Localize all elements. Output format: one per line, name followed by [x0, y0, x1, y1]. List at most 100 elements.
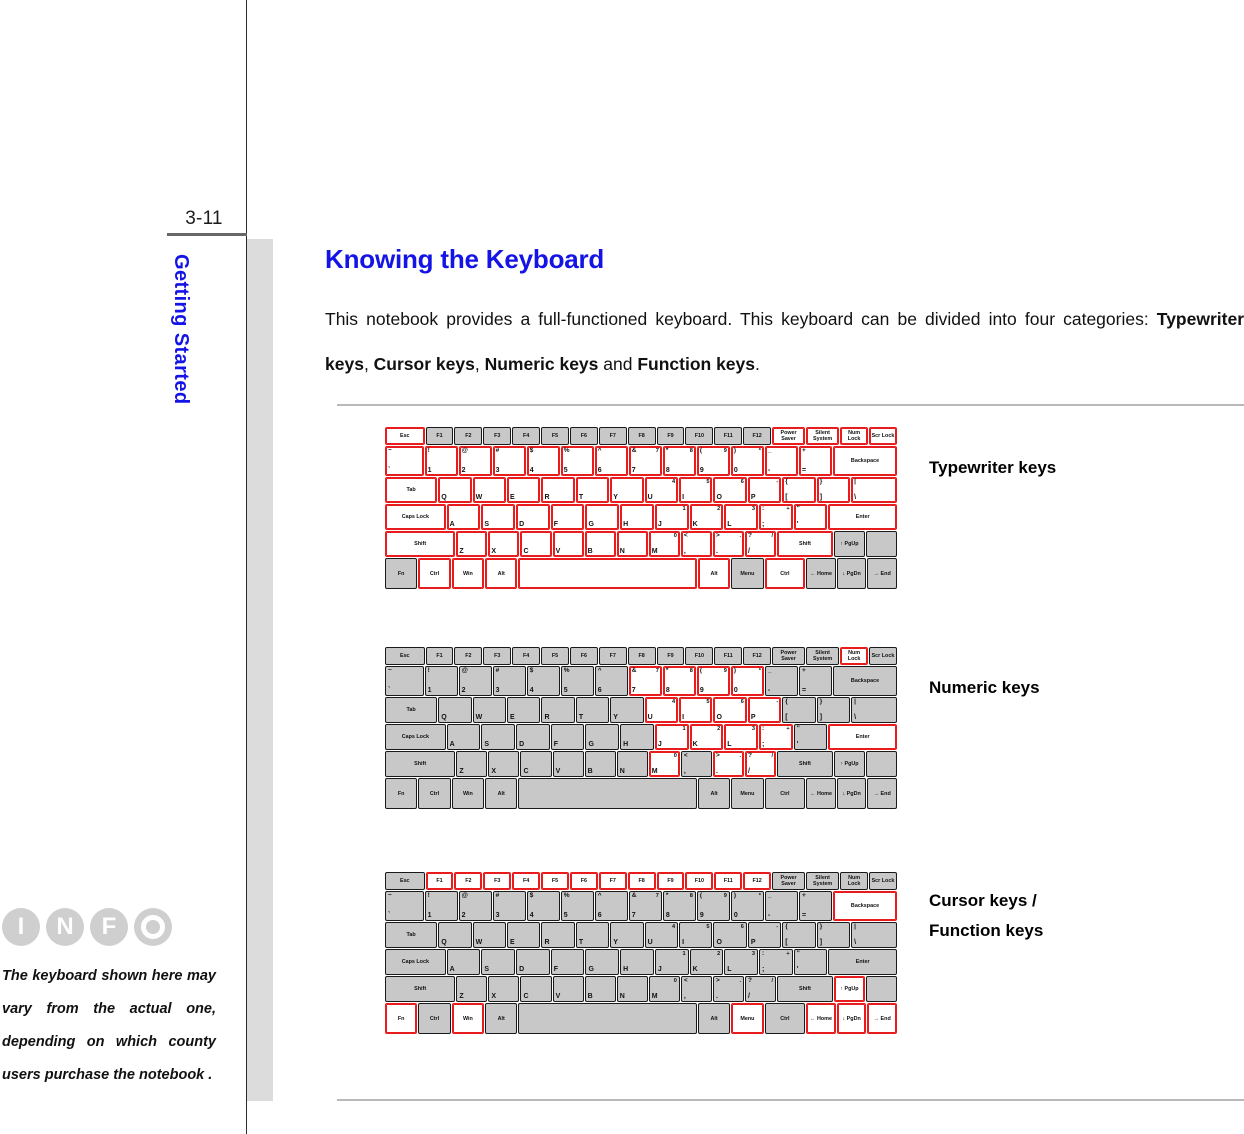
key-blank[interactable]: {[ [782, 922, 816, 948]
key-g[interactable]: G [585, 724, 620, 750]
key-s[interactable]: S [481, 724, 516, 750]
key-blank[interactable]: {[ [782, 697, 816, 723]
key-end[interactable]: → End [867, 778, 898, 809]
key-6[interactable]: ^ 6 [594, 446, 628, 476]
key-alt[interactable]: Alt [697, 558, 731, 589]
key-blank[interactable]: _ - [764, 891, 798, 921]
key-f8[interactable]: F8 [627, 427, 656, 445]
key-enter[interactable]: Enter [828, 949, 897, 975]
key-home[interactable]: ← Home [806, 1003, 836, 1034]
key-silent-system[interactable]: Silent System [806, 647, 840, 665]
key-f1[interactable]: F1 [425, 427, 454, 445]
key-d[interactable]: D [516, 504, 550, 530]
key-d[interactable]: D [516, 949, 550, 975]
key-blank[interactable]: {[ [782, 477, 816, 503]
key-k[interactable]: K2 [689, 949, 724, 975]
key-pgup[interactable]: ↑ PgUp [833, 531, 865, 557]
key-7[interactable]: & 7 7 [628, 666, 662, 696]
key-f1[interactable]: F1 [425, 647, 454, 665]
key-e[interactable]: E [507, 922, 541, 948]
key-pgdn[interactable]: ↓ PgDn [836, 558, 867, 589]
key-blank[interactable]: ? / / [745, 751, 777, 777]
key-alt[interactable]: Alt [485, 1003, 518, 1034]
key-esc[interactable]: Esc [385, 647, 425, 665]
key-f8[interactable]: F8 [627, 647, 656, 665]
key-k[interactable]: K2 [689, 724, 724, 750]
key-n[interactable]: N [616, 976, 648, 1002]
key-5[interactable]: % 5 [560, 891, 594, 921]
key-shift[interactable]: Shift [777, 976, 833, 1002]
key-blank[interactable]: " ' [793, 724, 828, 750]
key-home[interactable]: ← Home [806, 778, 836, 809]
key-scr-lock[interactable]: Scr Lock [869, 872, 897, 890]
key-blank[interactable]: | \ [851, 697, 898, 723]
key-0[interactable]: ) 0 * [730, 666, 764, 696]
key-4[interactable]: $4 [526, 666, 560, 696]
key-9[interactable]: (9 9 [696, 666, 730, 696]
key-caps-lock[interactable]: Caps Lock [385, 724, 446, 750]
key-home[interactable]: ← Home [806, 558, 836, 589]
key-blank[interactable]: :; + [758, 724, 793, 750]
key-c[interactable]: C [520, 976, 552, 1002]
key-backspace[interactable]: Backspace [832, 446, 898, 476]
key-w[interactable]: W [472, 477, 507, 503]
key-h[interactable]: H [620, 949, 654, 975]
key-f2[interactable]: F2 [454, 872, 483, 890]
key-u[interactable]: U4 [644, 922, 679, 948]
key-blank[interactable]: _ - [764, 446, 798, 476]
key-blank[interactable]: }] [816, 697, 851, 723]
key-num-lock[interactable]: Num Lock [840, 427, 869, 445]
key-i[interactable]: I5 [679, 477, 713, 503]
key-1[interactable]: ! 1 [424, 891, 458, 921]
key-blank[interactable]: }] [816, 477, 851, 503]
key-k[interactable]: K2 [689, 504, 724, 530]
key-z[interactable]: Z [456, 751, 488, 777]
key-num-lock[interactable]: Num Lock [840, 647, 869, 665]
key-b[interactable]: B [584, 751, 616, 777]
key-y[interactable]: Y [610, 697, 644, 723]
key-c[interactable]: C [520, 751, 552, 777]
key-f2[interactable]: F2 [454, 647, 483, 665]
key-alt[interactable]: Alt [485, 778, 518, 809]
key-3[interactable]: #3 [492, 666, 526, 696]
key-2[interactable]: @2 [458, 666, 492, 696]
key-win[interactable]: Win [451, 778, 485, 809]
key-blank[interactable]: >.. [712, 976, 745, 1002]
key-tab[interactable]: Tab [385, 477, 438, 503]
key-1[interactable]: ! 1 [424, 666, 458, 696]
key-f4[interactable]: F4 [512, 647, 541, 665]
key-f[interactable]: F [550, 724, 585, 750]
key-8[interactable]: * 8 8 [662, 666, 696, 696]
key-a[interactable]: A [446, 724, 481, 750]
key-j[interactable]: J1 [654, 949, 689, 975]
key-4[interactable]: $4 [526, 446, 560, 476]
key-r[interactable]: R [541, 477, 575, 503]
key-g[interactable]: G [585, 504, 620, 530]
key-f4[interactable]: F4 [512, 427, 541, 445]
key-backspace[interactable]: Backspace [832, 666, 898, 696]
key-blank[interactable]: ~ ` [385, 891, 424, 921]
key-z[interactable]: Z [456, 531, 488, 557]
key-pgup[interactable]: ↑ PgUp [833, 751, 865, 777]
key-blank[interactable]: + = [798, 446, 832, 476]
key-silent-system[interactable]: Silent System [806, 427, 840, 445]
key-w[interactable]: W [472, 922, 507, 948]
key-f3[interactable]: F3 [483, 872, 512, 890]
key-b[interactable]: B [584, 531, 616, 557]
key-5[interactable]: % 5 [560, 666, 594, 696]
key-t[interactable]: T [575, 477, 610, 503]
key-u[interactable]: U4 [644, 477, 679, 503]
key-7[interactable]: & 7 7 [628, 891, 662, 921]
key-ctrl[interactable]: Ctrl [764, 1003, 806, 1034]
key-h[interactable]: H [620, 504, 654, 530]
key-blank[interactable]: <, [680, 976, 712, 1002]
key-power-saver[interactable]: Power Saver [772, 427, 806, 445]
key-u[interactable]: U4 [644, 697, 679, 723]
key-b[interactable]: B [584, 976, 616, 1002]
key-m[interactable]: M0 [648, 976, 680, 1002]
key-power-saver[interactable]: Power Saver [772, 647, 806, 665]
key-f6[interactable]: F6 [569, 872, 598, 890]
key-shift[interactable]: Shift [777, 531, 833, 557]
key-end[interactable]: → End [867, 558, 898, 589]
key-f11[interactable]: F11 [714, 427, 743, 445]
